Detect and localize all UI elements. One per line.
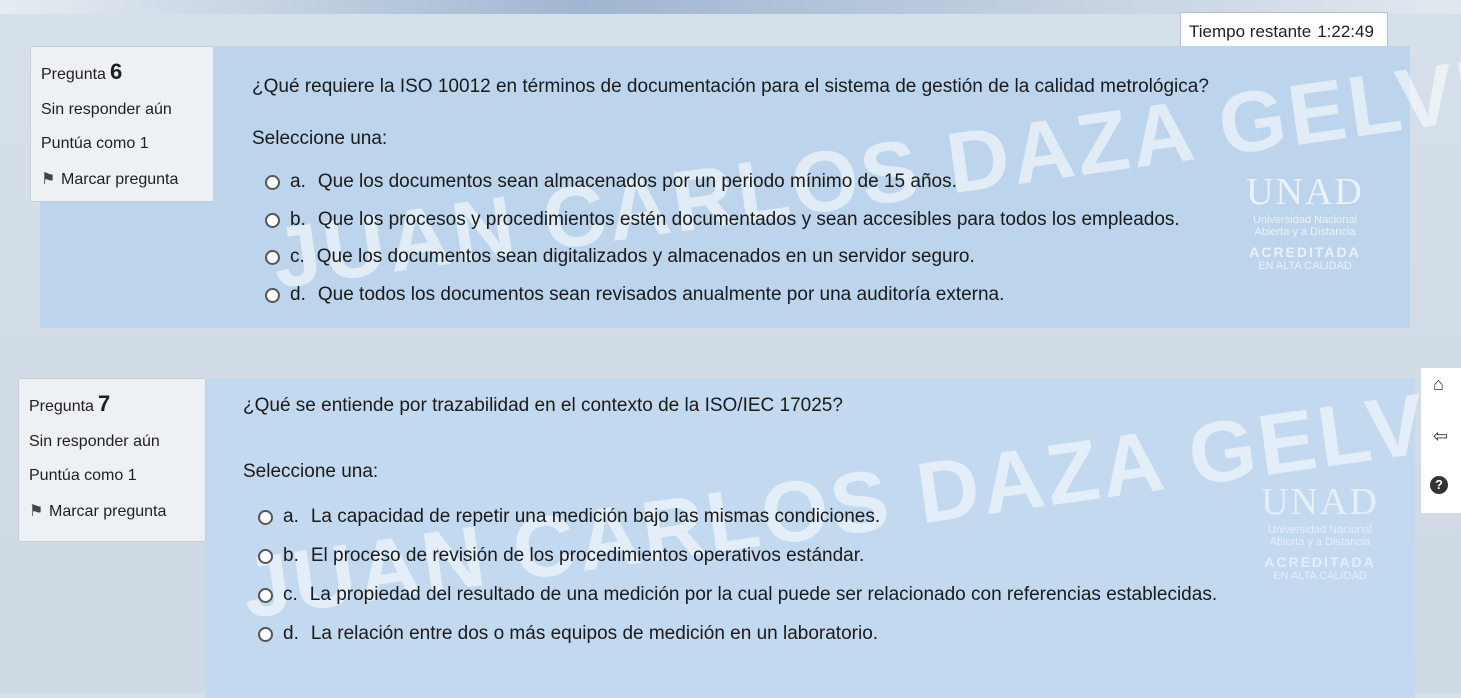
flag-question-link[interactable]: ⚑ Marcar pregunta [41,169,203,189]
logo-calidad: EN ALTA CALIDAD [1273,570,1367,582]
question-label: Pregunta [41,66,106,83]
option-text: Que los documentos sean digitalizados y … [316,246,975,267]
question-status: Sin responder aún [29,433,160,450]
radio-button[interactable] [258,626,273,642]
logo-brand: UNAD [1246,171,1364,213]
radio-button[interactable] [265,249,280,265]
question-6-text: ¿Qué requiere la ISO 10012 en términos d… [252,76,1209,97]
question-number: Pregunta 7 [29,391,195,417]
logo-line1: Universidad Nacional [1268,524,1372,536]
radio-button[interactable] [265,212,280,228]
option-text: La propiedad del resultado de una medici… [309,584,1218,605]
radio-button[interactable] [258,548,273,564]
question-number: Pregunta 6 [41,59,203,85]
flag-question-link[interactable]: ⚑ Marcar pregunta [29,501,195,521]
option-a[interactable]: a. Que los documentos sean almacenados p… [265,171,957,193]
option-letter: a. [290,171,306,192]
back-arrow-icon[interactable]: ⇦ [1433,426,1448,447]
option-text: Que los documentos sean almacenados por … [317,171,957,192]
question-score: Puntúa como 1 [41,135,149,152]
question-7-info: Pregunta 7 Sin responder aún Puntúa como … [18,378,206,542]
radio-button[interactable] [258,509,273,525]
logo-calidad: EN ALTA CALIDAD [1258,260,1352,272]
option-text: El proceso de revisión de los procedimie… [310,545,865,566]
option-b[interactable]: b. Que los procesos y procedimientos est… [265,209,1180,231]
select-one-label: Seleccione una: [252,128,388,149]
logo-acreditada: ACREDITADA [1264,554,1376,570]
option-letter: b. [283,545,299,566]
flag-label: Marcar pregunta [49,503,167,520]
flag-icon: ⚑ [41,171,56,188]
timer-value: 1:22:49 [1317,22,1374,41]
radio-button[interactable] [265,287,280,303]
question-status: Sin responder aún [41,101,172,118]
option-letter: a. [283,506,299,527]
question-7-text: ¿Qué se entiende por trazabilidad en el … [243,395,843,416]
option-letter: c. [290,246,305,267]
option-b[interactable]: b. El proceso de revisión de los procedi… [258,545,864,567]
option-d[interactable]: d. La relación entre dos o más equipos d… [258,623,878,645]
logo-acreditada: ACREDITADA [1249,244,1361,260]
question-number-value: 7 [97,391,111,416]
logo-line2: Abierta y a Distancia [1269,536,1371,548]
timer-label: Tiempo restante [1189,22,1312,41]
flag-icon: ⚑ [29,503,44,520]
option-letter: c. [283,584,298,605]
option-c[interactable]: c. La propiedad del resultado de una med… [258,584,1217,606]
radio-button[interactable] [265,174,280,190]
question-6-info: Pregunta 6 Sin responder aún Puntúa como … [30,46,214,202]
logo-brand: UNAD [1261,481,1379,523]
home-icon[interactable]: ⌂ [1433,374,1444,395]
logo-line2: Abierta y a Distancia [1254,226,1356,238]
option-text: La capacidad de repetir una medición baj… [310,506,881,527]
option-d[interactable]: d. Que todos los documentos sean revisad… [265,284,1004,306]
help-icon[interactable]: ? [1430,476,1448,494]
select-one-label: Seleccione una: [243,461,379,482]
option-c[interactable]: c. Que los documentos sean digitalizados… [265,246,975,268]
option-letter: d. [283,623,299,644]
option-a[interactable]: a. La capacidad de repetir una medición … [258,506,880,528]
question-number-value: 6 [109,59,123,84]
question-label: Pregunta [29,398,94,415]
option-letter: d. [290,284,306,305]
logo-line1: Universidad Nacional [1253,214,1357,226]
option-letter: b. [290,209,306,230]
option-text: La relación entre dos o más equipos de m… [310,623,879,644]
question-score: Puntúa como 1 [29,467,137,484]
flag-label: Marcar pregunta [61,171,179,188]
unad-logo: UNAD Universidad Nacional Abierta y a Di… [1240,480,1400,582]
unad-logo: UNAD Universidad Nacional Abierta y a Di… [1220,170,1390,272]
option-text: Que los procesos y procedimientos estén … [317,209,1180,230]
radio-button[interactable] [258,587,273,603]
option-text: Que todos los documentos sean revisados … [317,284,1005,305]
